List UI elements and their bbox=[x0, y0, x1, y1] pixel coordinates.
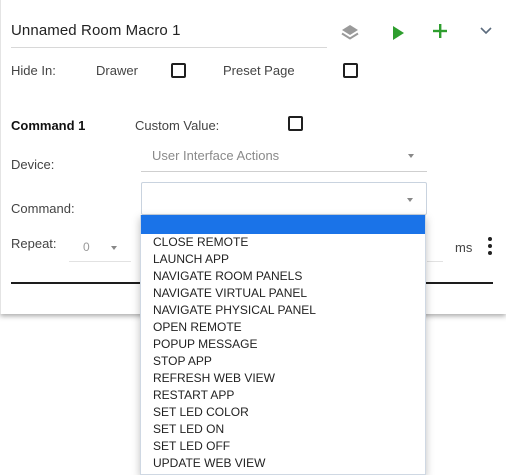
device-label: Device: bbox=[11, 157, 55, 172]
command-option[interactable]: SET LED OFF bbox=[141, 438, 425, 455]
command-option[interactable]: OPEN REMOTE bbox=[141, 319, 425, 336]
preset-page-label: Preset Page bbox=[223, 63, 295, 78]
command-select[interactable] bbox=[141, 182, 427, 215]
command-options-dropdown: CLOSE REMOTE LAUNCH APP NAVIGATE ROOM PANE… bbox=[140, 215, 426, 475]
hide-in-label: Hide In: bbox=[11, 63, 56, 78]
command-option[interactable]: RESTART APP bbox=[141, 387, 425, 404]
command-option[interactable]: CLOSE REMOTE bbox=[141, 234, 425, 251]
command-option[interactable]: NAVIGATE VIRTUAL PANEL bbox=[141, 285, 425, 302]
chevron-down-icon[interactable] bbox=[479, 26, 493, 36]
command-option[interactable]: LAUNCH APP bbox=[141, 251, 425, 268]
repeat-select[interactable]: 0 bbox=[69, 232, 131, 262]
plus-icon[interactable] bbox=[431, 22, 449, 40]
macro-name-input[interactable]: Unnamed Room Macro 1 bbox=[11, 22, 327, 48]
more-vert-icon[interactable] bbox=[487, 236, 493, 256]
command-title: Command 1 bbox=[11, 118, 86, 133]
custom-value-checkbox[interactable] bbox=[288, 116, 303, 131]
command-option[interactable]: POPUP MESSAGE bbox=[141, 336, 425, 353]
repeat-caret-icon bbox=[111, 246, 117, 250]
repeat-label: Repeat: bbox=[11, 236, 57, 251]
highlighted-option[interactable] bbox=[141, 215, 425, 234]
command-option[interactable]: STOP APP bbox=[141, 353, 425, 370]
command-option[interactable]: REFRESH WEB VIEW bbox=[141, 370, 425, 387]
command-option[interactable]: NAVIGATE ROOM PANELS bbox=[141, 268, 425, 285]
custom-value-label: Custom Value: bbox=[135, 118, 220, 133]
command-options-list: CLOSE REMOTE LAUNCH APP NAVIGATE ROOM PANE… bbox=[141, 234, 425, 472]
delay-input[interactable] bbox=[427, 261, 443, 262]
command-caret-icon bbox=[407, 198, 413, 202]
command-option[interactable]: SET LED COLOR bbox=[141, 404, 425, 421]
macro-editor: Unnamed Room Macro 1 Hide In: Drawer Pre… bbox=[0, 0, 506, 475]
command-option[interactable]: NAVIGATE PHYSICAL PANEL bbox=[141, 302, 425, 319]
preset-page-checkbox[interactable] bbox=[343, 63, 358, 78]
play-icon[interactable] bbox=[391, 25, 405, 41]
drawer-checkbox[interactable] bbox=[171, 63, 186, 78]
device-select-value: User Interface Actions bbox=[152, 148, 280, 163]
drawer-label: Drawer bbox=[96, 63, 138, 78]
repeat-select-value: 0 bbox=[83, 240, 90, 254]
command-option[interactable]: SET LED ON bbox=[141, 421, 425, 438]
command-option[interactable]: UPDATE WEB VIEW bbox=[141, 455, 425, 472]
delay-unit-label: ms bbox=[455, 240, 473, 255]
layers-icon[interactable] bbox=[341, 24, 359, 42]
command-label: Command: bbox=[11, 201, 75, 216]
device-caret-icon bbox=[408, 154, 414, 158]
device-select[interactable]: User Interface Actions bbox=[141, 139, 427, 172]
